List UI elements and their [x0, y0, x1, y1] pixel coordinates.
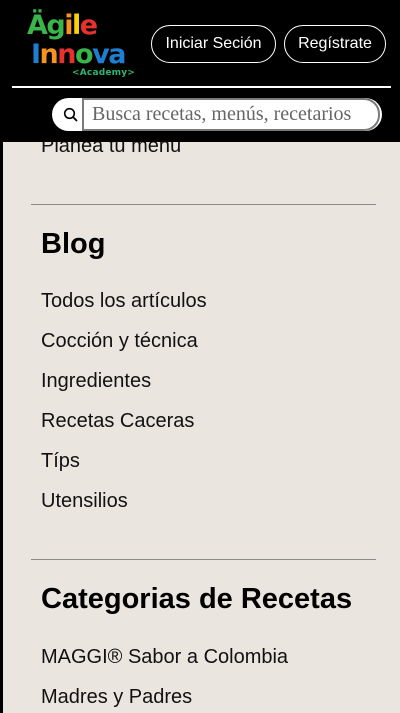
navigation-menu: Planea tu menú Blog Todos los artículos … [3, 142, 400, 713]
site-header: Ägile Innova <Academy> Iniciar Seción Re… [0, 0, 400, 142]
blog-item-home-recipes[interactable]: Recetas Caceras [41, 411, 194, 431]
blog-section-title: Blog [41, 228, 106, 260]
category-item-parents[interactable]: Madres y Padres [41, 687, 192, 707]
blog-item-ingredients[interactable]: Ingredientes [41, 371, 151, 391]
category-item-maggi[interactable]: MAGGI® Sabor a Colombia [41, 647, 288, 667]
blog-item-cooking-technique[interactable]: Cocción y técnica [41, 331, 198, 351]
logo-word-agile: Ägile [27, 10, 98, 41]
logo-subtitle: <Academy> [72, 68, 136, 78]
search-icon[interactable] [62, 106, 80, 124]
header-divider [12, 86, 391, 88]
search-input[interactable] [82, 98, 380, 131]
blog-item-all-articles[interactable]: Todos los artículos [41, 291, 207, 311]
register-button[interactable]: Regístrate [284, 25, 386, 63]
agile-innova-logo[interactable]: Ägile Innova <Academy> [27, 10, 135, 80]
section-divider [31, 204, 376, 205]
blog-item-utensils[interactable]: Utensilios [41, 491, 128, 511]
search-bar[interactable] [52, 98, 382, 131]
logo-word-innova: Innova [31, 39, 126, 70]
blog-item-tips[interactable]: Típs [41, 451, 80, 471]
categories-section-title: Categorias de Recetas [41, 583, 353, 615]
menu-item-plan-menu[interactable]: Planea tu menú [41, 142, 181, 156]
section-divider [31, 559, 376, 560]
login-button[interactable]: Iniciar Seción [151, 25, 276, 63]
